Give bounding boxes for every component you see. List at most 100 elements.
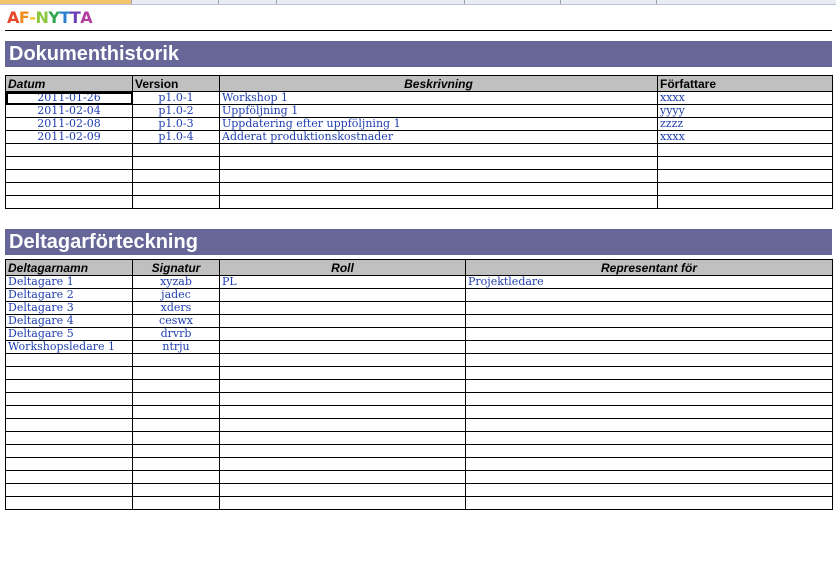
- col-header-forfattare[interactable]: Författare: [657, 75, 833, 92]
- cell-roll[interactable]: [219, 444, 466, 458]
- cell-roll[interactable]: [219, 470, 466, 484]
- cell-signatur[interactable]: xyzab: [132, 275, 220, 289]
- col-header-deltagarnamn[interactable]: Deltagarnamn: [5, 259, 133, 276]
- cell-version[interactable]: p1.0-2: [132, 104, 220, 118]
- cell-signatur[interactable]: [132, 418, 220, 432]
- cell-datum[interactable]: 2011-02-08: [5, 117, 133, 131]
- cell-signatur[interactable]: [132, 470, 220, 484]
- cell-representant[interactable]: [465, 405, 833, 419]
- cell-beskrivning[interactable]: [219, 195, 658, 209]
- cell-signatur[interactable]: ceswx: [132, 314, 220, 328]
- cell-datum[interactable]: 2011-01-26: [5, 91, 133, 105]
- cell-deltagarnamn[interactable]: [5, 392, 133, 406]
- cell-beskrivning[interactable]: Adderat produktionskostnader: [219, 130, 658, 144]
- cell-datum[interactable]: 2011-02-09: [5, 130, 133, 144]
- cell-version[interactable]: [132, 156, 220, 170]
- cell-representant[interactable]: [465, 301, 833, 315]
- cell-roll[interactable]: [219, 340, 466, 354]
- cell-forfattare[interactable]: yyyy: [657, 104, 833, 118]
- cell-version[interactable]: p1.0-3: [132, 117, 220, 131]
- cell-roll[interactable]: [219, 379, 466, 393]
- cell-version[interactable]: [132, 195, 220, 209]
- cell-deltagarnamn[interactable]: Workshopsledare 1: [5, 340, 133, 354]
- cell-roll[interactable]: [219, 288, 466, 302]
- cell-signatur[interactable]: [132, 496, 220, 510]
- cell-forfattare[interactable]: zzzz: [657, 117, 833, 131]
- cell-roll[interactable]: [219, 301, 466, 315]
- cell-beskrivning[interactable]: [219, 156, 658, 170]
- cell-version[interactable]: p1.0-4: [132, 130, 220, 144]
- cell-deltagarnamn[interactable]: [5, 496, 133, 510]
- cell-deltagarnamn[interactable]: Deltagare 4: [5, 314, 133, 328]
- cell-representant[interactable]: [465, 418, 833, 432]
- cell-representant[interactable]: [465, 366, 833, 380]
- cell-deltagarnamn[interactable]: [5, 431, 133, 445]
- cell-representant[interactable]: [465, 470, 833, 484]
- cell-representant[interactable]: [465, 496, 833, 510]
- cell-roll[interactable]: [219, 392, 466, 406]
- cell-signatur[interactable]: [132, 483, 220, 497]
- cell-forfattare[interactable]: xxxx: [657, 91, 833, 105]
- cell-version[interactable]: [132, 143, 220, 157]
- col-header-beskrivning[interactable]: Beskrivning: [219, 75, 658, 92]
- cell-deltagarnamn[interactable]: [5, 405, 133, 419]
- cell-roll[interactable]: [219, 457, 466, 471]
- cell-representant[interactable]: [465, 444, 833, 458]
- column-divider[interactable]: [276, 0, 277, 4]
- cell-representant[interactable]: [465, 288, 833, 302]
- column-divider[interactable]: [218, 0, 219, 4]
- cell-datum[interactable]: [5, 169, 133, 183]
- cell-beskrivning[interactable]: [219, 182, 658, 196]
- cell-deltagarnamn[interactable]: Deltagare 3: [5, 301, 133, 315]
- cell-forfattare[interactable]: [657, 195, 833, 209]
- cell-representant[interactable]: [465, 353, 833, 367]
- cell-beskrivning[interactable]: Uppdatering efter uppföljning 1: [219, 117, 658, 131]
- cell-representant[interactable]: [465, 483, 833, 497]
- cell-roll[interactable]: [219, 418, 466, 432]
- column-divider[interactable]: [656, 0, 657, 4]
- column-divider[interactable]: [560, 0, 561, 4]
- cell-deltagarnamn[interactable]: [5, 366, 133, 380]
- cell-roll[interactable]: [219, 496, 466, 510]
- cell-roll[interactable]: [219, 327, 466, 341]
- col-header-roll[interactable]: Roll: [219, 259, 466, 276]
- cell-signatur[interactable]: xders: [132, 301, 220, 315]
- cell-signatur[interactable]: drvrb: [132, 327, 220, 341]
- cell-datum[interactable]: [5, 156, 133, 170]
- cell-roll[interactable]: [219, 431, 466, 445]
- cell-deltagarnamn[interactable]: Deltagare 5: [5, 327, 133, 341]
- cell-roll[interactable]: [219, 314, 466, 328]
- cell-signatur[interactable]: [132, 353, 220, 367]
- cell-signatur[interactable]: [132, 431, 220, 445]
- cell-deltagarnamn[interactable]: [5, 444, 133, 458]
- cell-beskrivning[interactable]: [219, 143, 658, 157]
- cell-forfattare[interactable]: [657, 182, 833, 196]
- cell-roll[interactable]: [219, 366, 466, 380]
- cell-version[interactable]: [132, 169, 220, 183]
- cell-signatur[interactable]: [132, 457, 220, 471]
- cell-signatur[interactable]: [132, 392, 220, 406]
- cell-representant[interactable]: [465, 340, 833, 354]
- col-header-representant[interactable]: Representant för: [465, 259, 833, 276]
- column-header-strip[interactable]: [0, 0, 836, 5]
- cell-representant[interactable]: [465, 327, 833, 341]
- cell-representant[interactable]: [465, 314, 833, 328]
- cell-forfattare[interactable]: xxxx: [657, 130, 833, 144]
- col-header-signatur[interactable]: Signatur: [132, 259, 220, 276]
- cell-version[interactable]: p1.0-1: [132, 91, 220, 105]
- cell-deltagarnamn[interactable]: [5, 457, 133, 471]
- cell-beskrivning[interactable]: Uppföljning 1: [219, 104, 658, 118]
- cell-representant[interactable]: [465, 457, 833, 471]
- cell-deltagarnamn[interactable]: [5, 470, 133, 484]
- cell-roll[interactable]: [219, 483, 466, 497]
- selected-column-header[interactable]: [0, 0, 131, 4]
- cell-signatur[interactable]: ntrju: [132, 340, 220, 354]
- cell-roll[interactable]: PL: [219, 275, 466, 289]
- cell-beskrivning[interactable]: Workshop 1: [219, 91, 658, 105]
- column-divider[interactable]: [464, 0, 465, 4]
- cell-deltagarnamn[interactable]: [5, 483, 133, 497]
- cell-deltagarnamn[interactable]: [5, 379, 133, 393]
- column-divider[interactable]: [131, 0, 132, 4]
- cell-datum[interactable]: 2011-02-04: [5, 104, 133, 118]
- cell-signatur[interactable]: [132, 379, 220, 393]
